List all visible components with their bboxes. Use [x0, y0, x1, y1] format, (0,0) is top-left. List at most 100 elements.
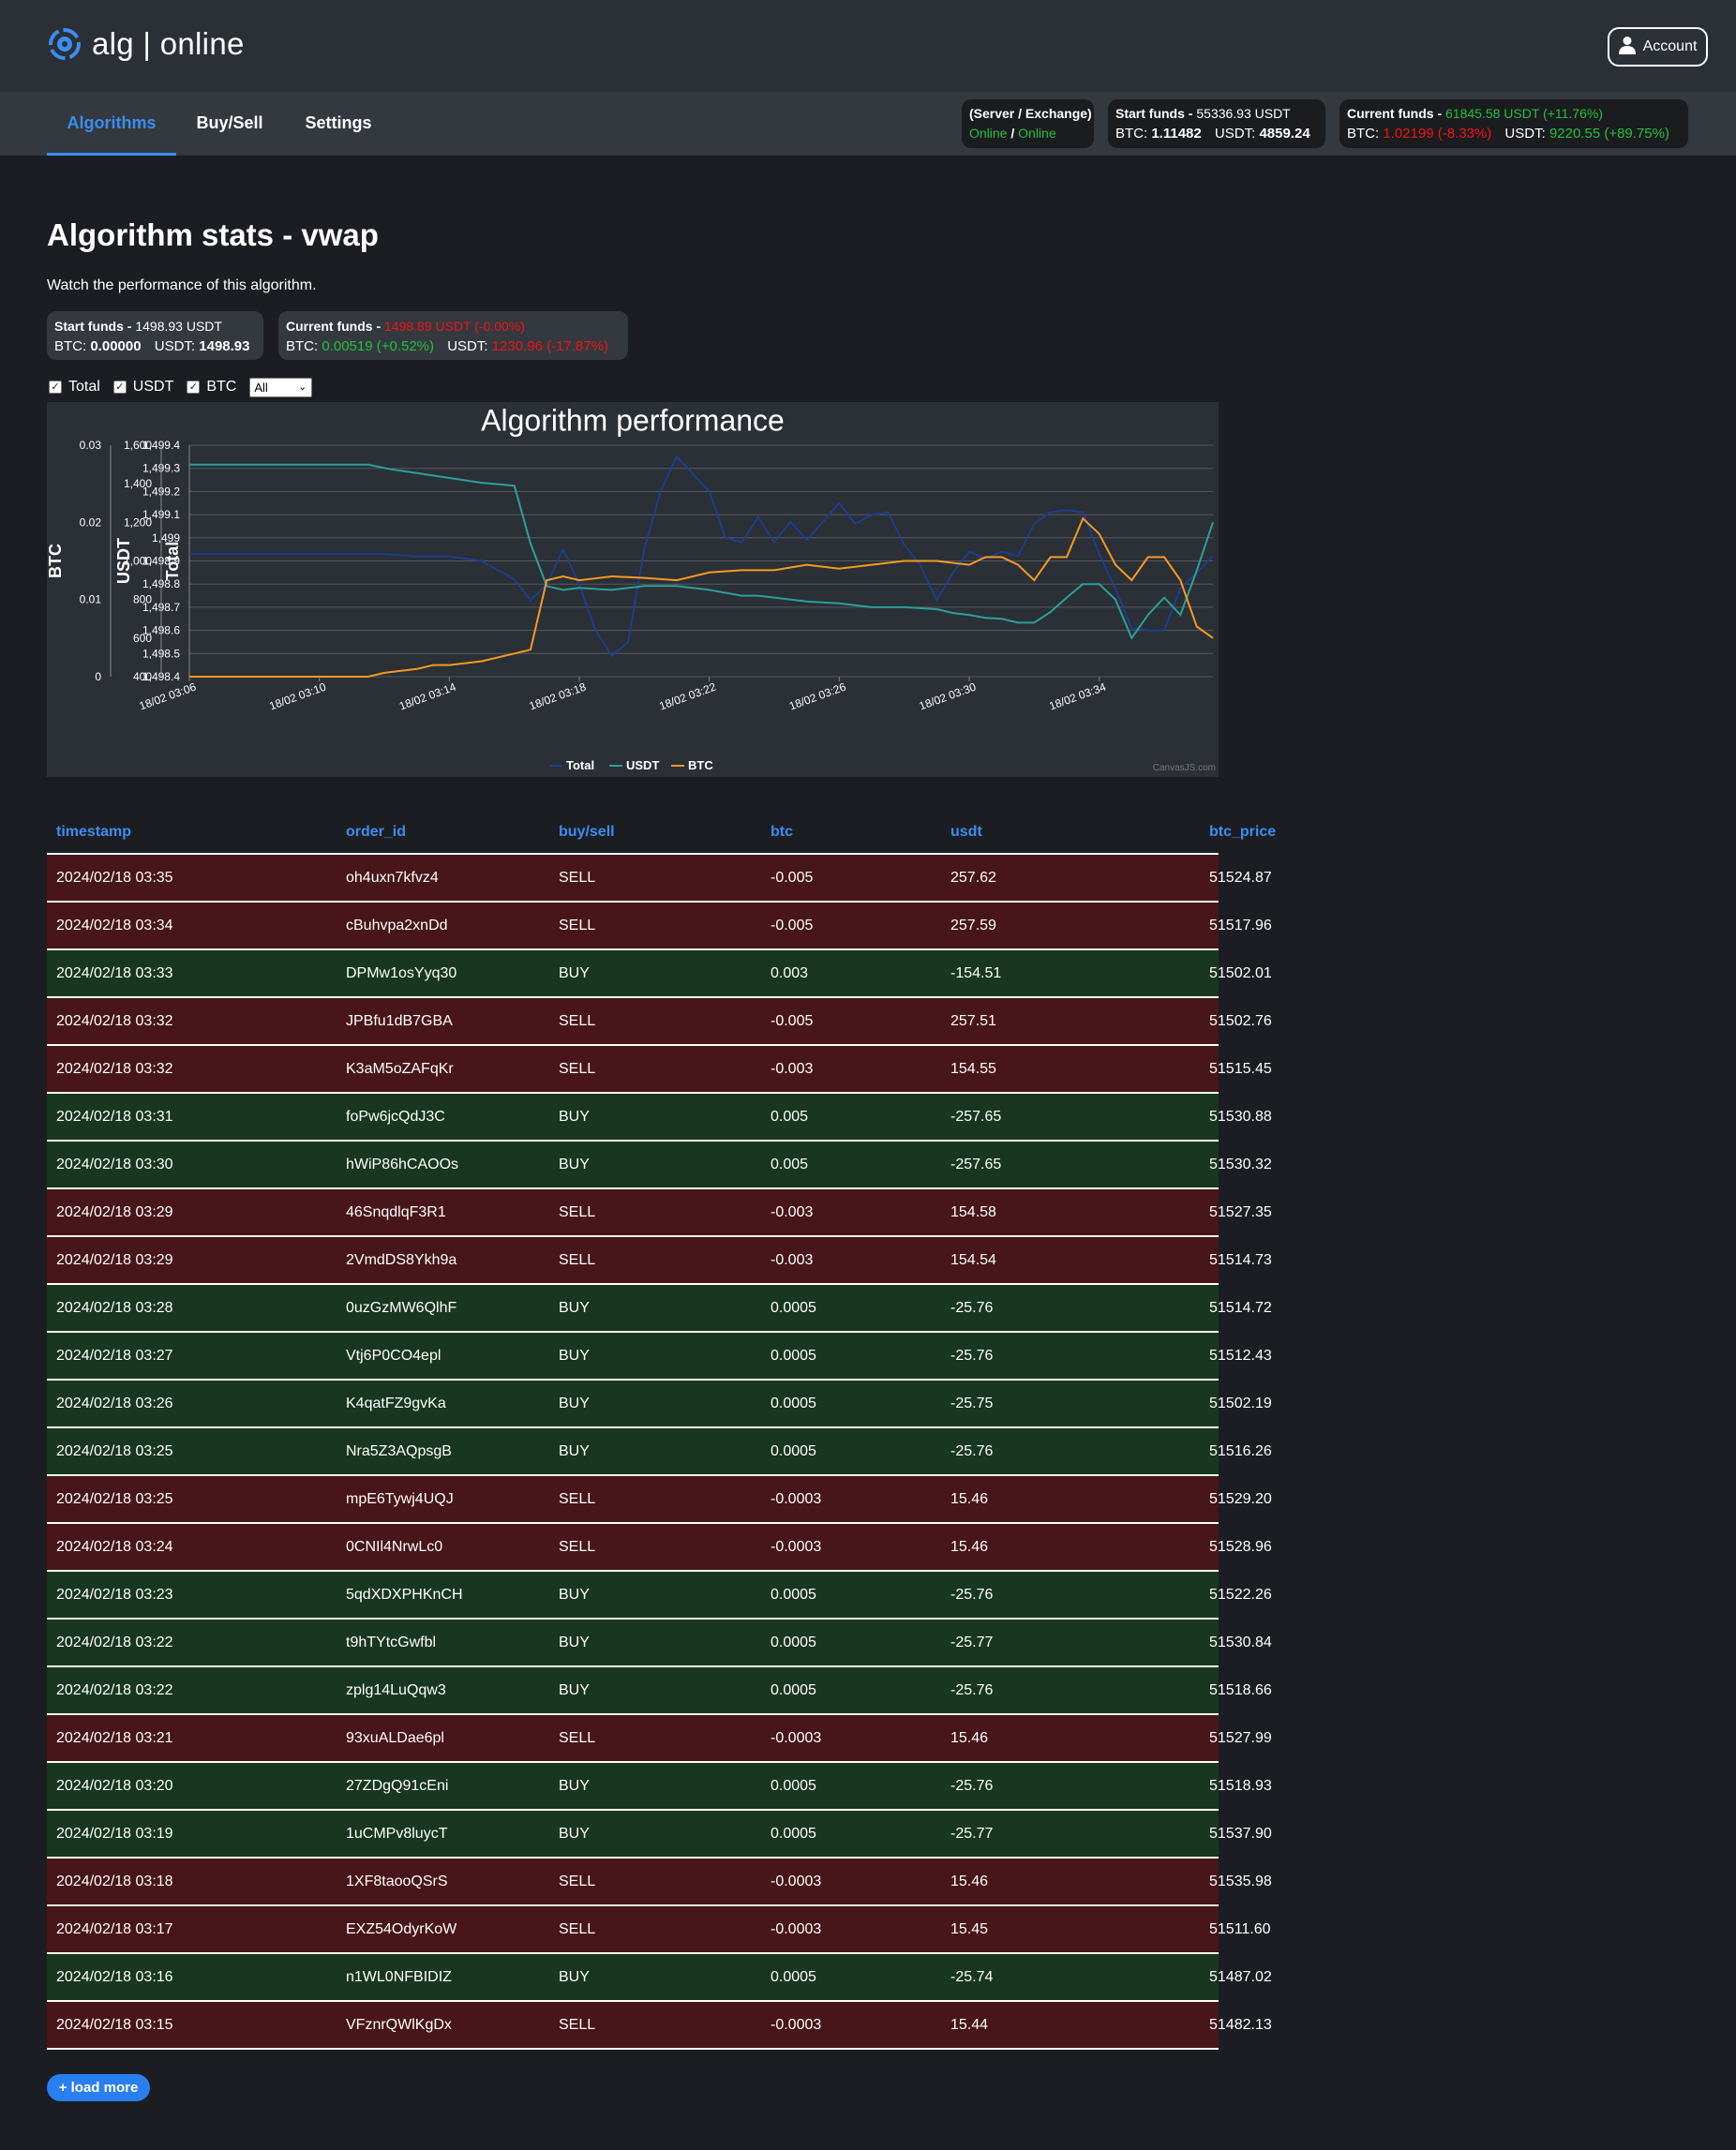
cell-usdt: 15.45	[950, 1920, 989, 1937]
usdt-checkbox[interactable]: ✓	[112, 381, 127, 394]
user-icon	[1618, 36, 1636, 59]
cell-timestamp: 2024/02/18 03:22	[56, 1634, 173, 1650]
cell-buy-sell: BUY	[559, 1634, 590, 1650]
table-row[interactable]: 2024/02/18 03:27 Vtj6P0CO4epl BUY 0.0005 -25…	[47, 1333, 1272, 1381]
start-usdt-value: 4859.24	[1259, 126, 1310, 142]
cell-usdt: 15.46	[950, 1729, 989, 1746]
cell-btc-price: 51512.43	[1209, 1347, 1272, 1364]
chart-svg: Algorithm performance 1,498.41,498.51,49…	[46, 403, 1216, 773]
current-funds-label: Current funds -	[1347, 106, 1445, 121]
cell-usdt: 15.46	[950, 1538, 989, 1555]
chevron-down-icon: ⌄	[298, 381, 307, 393]
usdt-tick-label: 1,200	[124, 515, 152, 529]
header-btc-price[interactable]: btc_price	[1209, 824, 1276, 841]
chart-title: Algorithm performance	[481, 403, 785, 437]
table-row[interactable]: 2024/02/18 03:28 0uzGzMW6QlhF BUY 0.0005 -25…	[47, 1285, 1272, 1333]
table-row[interactable]: 2024/02/18 03:31 foPw6jcQdJ3C BUY 0.005 -257…	[47, 1094, 1272, 1142]
header-timestamp[interactable]: timestamp	[56, 824, 355, 841]
cell-btc: -0.0003	[771, 1729, 822, 1746]
table-row[interactable]: 2024/02/18 03:25 Nra5Z3AQpsgB BUY 0.0005 -25…	[47, 1428, 1272, 1476]
header-order-id[interactable]: order_id	[346, 824, 559, 841]
table-row[interactable]: 2024/02/18 03:25 mpE6Tywj4UQJ SELL -0.0003 1…	[47, 1476, 1272, 1524]
header-buy-sell[interactable]: buy/sell	[559, 824, 771, 841]
cell-usdt: -257.65	[950, 1156, 1002, 1172]
cell-btc-price: 51502.76	[1209, 1012, 1272, 1029]
top-bar: alg | online Account	[0, 0, 1736, 92]
table-row[interactable]: 2024/02/18 03:23 5qdXDXPHKnCH BUY 0.0005 -25…	[47, 1572, 1272, 1620]
cell-order-id: oh4uxn7kfvz4	[346, 869, 439, 886]
table-row[interactable]: 2024/02/18 03:29 46SnqdlqF3R1 SELL -0.003 15…	[47, 1189, 1272, 1237]
table-row[interactable]: 2024/02/18 03:32 JPBfu1dB7GBA SELL -0.005 25…	[47, 998, 1272, 1046]
account-button[interactable]: Account	[1608, 27, 1708, 67]
cell-btc-price: 51530.32	[1209, 1156, 1272, 1172]
tab-buy-sell[interactable]: Buy/Sell	[187, 92, 272, 156]
table-row[interactable]: 2024/02/18 03:20 27ZDgQ91cEni BUY 0.0005 -25…	[47, 1763, 1272, 1811]
tab-algorithms[interactable]: Algorithms	[47, 92, 176, 156]
btc-checkbox[interactable]: ✓	[187, 381, 201, 394]
header-btc[interactable]: btc	[771, 824, 950, 841]
cell-usdt: -25.76	[950, 1681, 994, 1698]
table-row[interactable]: 2024/02/18 03:16 n1WL0NFBIDIZ BUY 0.0005 -25…	[47, 1954, 1272, 2002]
page-title: Algorithm stats - vwap	[47, 217, 379, 252]
cell-usdt: 154.58	[950, 1203, 996, 1220]
table-row[interactable]: 2024/02/18 03:21 93xuALDae6pl SELL -0.0003 1…	[47, 1715, 1272, 1763]
current-btc-label: BTC:	[1347, 126, 1384, 142]
cell-buy-sell: SELL	[559, 2016, 596, 2033]
cell-buy-sell: SELL	[559, 917, 596, 933]
table-row[interactable]: 2024/02/18 03:34 cBuhvpa2xnDd SELL -0.005 25…	[47, 903, 1272, 950]
usdt-tick-label: 400	[133, 670, 152, 683]
cell-btc-price: 51487.02	[1209, 1968, 1272, 1985]
cell-btc: 0.0005	[771, 1825, 816, 1842]
btc-filter[interactable]: ✓ BTC	[187, 379, 236, 396]
table-row[interactable]: 2024/02/18 03:24 0CNIl4NrwLc0 SELL -0.0003 1…	[47, 1524, 1272, 1572]
table-row[interactable]: 2024/02/18 03:22 zplg14LuQqw3 BUY 0.0005 -25…	[47, 1667, 1272, 1715]
tab-settings[interactable]: Settings	[298, 92, 379, 156]
total-filter[interactable]: ✓ Total	[49, 379, 100, 396]
table-row[interactable]: 2024/02/18 03:29 2VmdDS8Ykh9a SELL -0.003 15…	[47, 1237, 1272, 1285]
start-funds-label: Start funds -	[1115, 106, 1197, 121]
algo-start-usdt-value: 1498.93	[199, 338, 250, 354]
cell-btc: 0.005	[771, 1108, 809, 1125]
cell-timestamp: 2024/02/18 03:20	[56, 1777, 173, 1794]
btc-tick-label: 0.01	[80, 593, 102, 606]
table-row[interactable]: 2024/02/18 03:30 hWiP86hCAOOs BUY 0.005 -257…	[47, 1142, 1272, 1189]
account-label: Account	[1642, 38, 1698, 54]
total-checkbox[interactable]: ✓	[49, 381, 62, 394]
algo-current-funds-value: 1498.89 USDT (-0.00%)	[384, 319, 525, 334]
table-row[interactable]: 2024/02/18 03:19 1uCMPv8luycT BUY 0.0005 -25…	[47, 1811, 1272, 1859]
table-row[interactable]: 2024/02/18 03:22 t9hTYtcGwfbl BUY 0.0005 -25…	[47, 1620, 1272, 1667]
cell-btc-price: 51502.01	[1209, 964, 1272, 981]
cell-buy-sell: BUY	[559, 1777, 590, 1794]
cell-usdt: 15.46	[950, 1873, 989, 1889]
cell-usdt: -25.76	[950, 1586, 994, 1603]
cell-timestamp: 2024/02/18 03:23	[56, 1586, 173, 1603]
cell-btc-price: 51515.45	[1209, 1060, 1272, 1077]
x-tick-label: 18/02 03:22	[657, 680, 718, 713]
table-row[interactable]: 2024/02/18 03:26 K4qatFZ9gvKa BUY 0.0005 -25…	[47, 1381, 1272, 1428]
status-separator: /	[1010, 126, 1015, 141]
cell-buy-sell: BUY	[559, 1968, 590, 1985]
table-row[interactable]: 2024/02/18 03:18 1XF8taooQSrS SELL -0.0003 1…	[47, 1859, 1272, 1906]
cell-usdt: -154.51	[950, 964, 1002, 981]
table-row[interactable]: 2024/02/18 03:15 VFznrQWlKgDx SELL -0.0003 1…	[47, 2002, 1272, 2050]
cell-timestamp: 2024/02/18 03:17	[56, 1920, 173, 1937]
cell-btc-price: 51524.87	[1209, 869, 1272, 886]
algo-start-funds-label: Start funds -	[54, 319, 136, 334]
table-row[interactable]: 2024/02/18 03:35 oh4uxn7kfvz4 SELL -0.005 25…	[47, 855, 1272, 903]
cell-usdt: 15.46	[950, 1490, 989, 1507]
algo-current-usdt-label: USDT:	[447, 338, 492, 354]
table-row[interactable]: 2024/02/18 03:33 DPMw1osYyq30 BUY 0.003 -154…	[47, 950, 1272, 998]
usdt-filter-label: USDT	[132, 379, 174, 395]
range-select[interactable]: All ⌄	[249, 377, 313, 397]
table-row[interactable]: 2024/02/18 03:17 EXZ54OdyrKoW SELL -0.0003 1…	[47, 1906, 1271, 1954]
cell-btc: -0.003	[771, 1203, 814, 1220]
load-more-button[interactable]: + load more	[47, 2074, 150, 2101]
x-tick-label: 18/02 03:18	[528, 680, 589, 713]
header-usdt[interactable]: usdt	[950, 824, 1209, 841]
table-row[interactable]: 2024/02/18 03:32 K3aM5oZAFqKr SELL -0.003 15…	[47, 1046, 1272, 1094]
cell-order-id: hWiP86hCAOOs	[346, 1156, 459, 1172]
x-tick-label: 18/02 03:10	[267, 680, 328, 713]
usdt-filter[interactable]: ✓ USDT	[112, 379, 174, 396]
cell-btc-price: 51537.90	[1209, 1825, 1272, 1842]
logo[interactable]: alg | online	[47, 25, 245, 63]
